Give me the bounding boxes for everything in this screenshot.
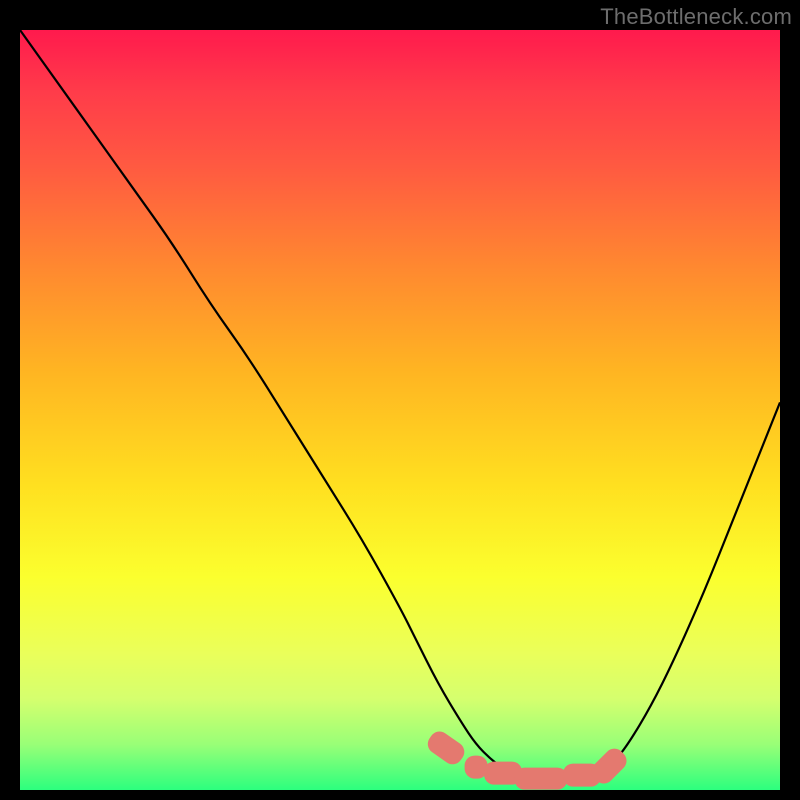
bottleneck-curve [20, 30, 780, 781]
curve-marker [514, 767, 567, 790]
plot-area [20, 30, 780, 790]
chart-frame: TheBottleneck.com [0, 0, 800, 800]
curve-layer [20, 30, 780, 790]
watermark-text: TheBottleneck.com [600, 4, 792, 30]
